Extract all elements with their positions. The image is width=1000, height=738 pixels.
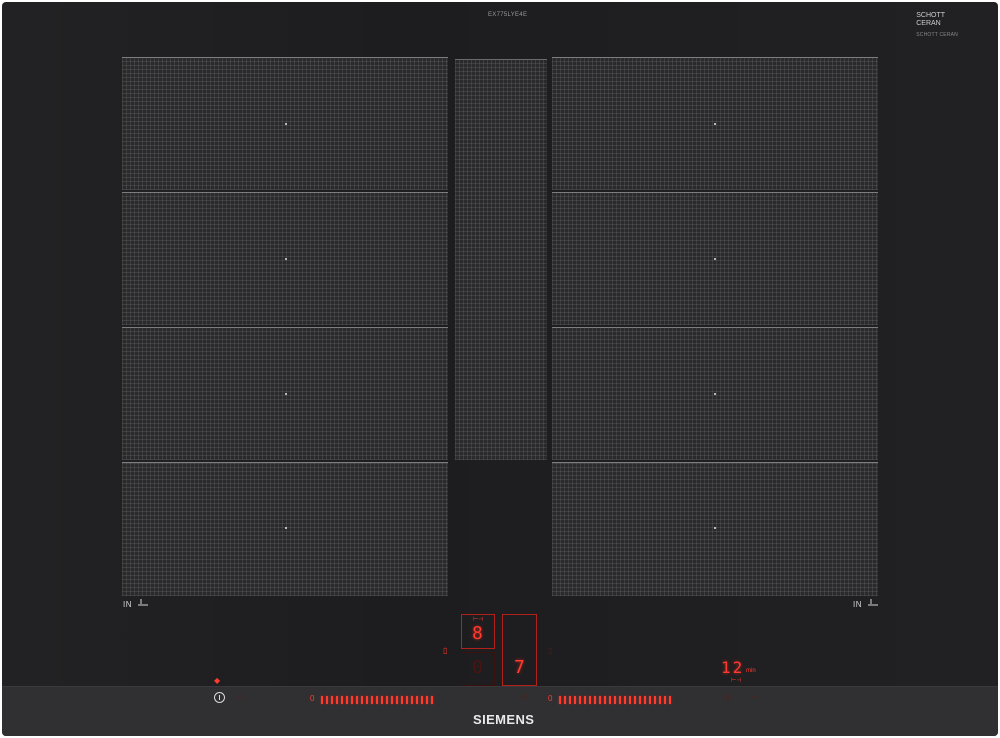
pot-icon bbox=[868, 599, 878, 606]
slider-step[interactable] bbox=[579, 696, 582, 704]
zone-select-icon-right[interactable]: ▯ bbox=[548, 646, 552, 655]
left-zone-4[interactable] bbox=[122, 462, 448, 596]
pot-icon bbox=[138, 599, 148, 606]
logo-line2: CERAN bbox=[916, 20, 941, 27]
slider-step[interactable] bbox=[569, 696, 572, 704]
zone-select-icon-left[interactable]: ▯ bbox=[443, 646, 447, 655]
zone-center-mark bbox=[714, 123, 716, 125]
zone-center-mark bbox=[285, 123, 287, 125]
model-label: EX775LYE4E bbox=[488, 12, 528, 18]
slider-step[interactable] bbox=[564, 696, 567, 704]
right-power-slider[interactable]: 0 bbox=[548, 694, 672, 704]
slider-step[interactable] bbox=[589, 696, 592, 704]
slider-step[interactable] bbox=[391, 696, 394, 704]
timer-icon: ⊢⊣ bbox=[731, 678, 742, 684]
slider-step[interactable] bbox=[614, 696, 617, 704]
slider-step[interactable] bbox=[421, 696, 424, 704]
zone-center-mark bbox=[714, 393, 716, 395]
slider-step[interactable] bbox=[411, 696, 414, 704]
center-zone[interactable] bbox=[455, 59, 547, 460]
slider-step[interactable] bbox=[649, 696, 652, 704]
slider-step[interactable] bbox=[331, 696, 334, 704]
slider-zero-label: 0 bbox=[548, 694, 553, 703]
slider-step[interactable] bbox=[346, 696, 349, 704]
slider-step[interactable] bbox=[654, 696, 657, 704]
slider-step[interactable] bbox=[361, 696, 364, 704]
slider-step[interactable] bbox=[356, 696, 359, 704]
right-induction-label: IN bbox=[853, 600, 862, 609]
slider-step[interactable] bbox=[326, 696, 329, 704]
slider-step[interactable] bbox=[604, 696, 607, 704]
cooktop-surface: EX775LYE4E SCHOTT CERAN SCHOTT CERAN IN … bbox=[2, 2, 998, 736]
slider-step[interactable] bbox=[401, 696, 404, 704]
slider-step[interactable] bbox=[629, 696, 632, 704]
zone-center-mark bbox=[285, 527, 287, 529]
slider-step[interactable] bbox=[351, 696, 354, 704]
slider-step[interactable] bbox=[386, 696, 389, 704]
slider-step[interactable] bbox=[609, 696, 612, 704]
slider-step[interactable] bbox=[634, 696, 637, 704]
zone-center-mark bbox=[714, 527, 716, 529]
zone-power-display-left: 0 bbox=[472, 657, 483, 678]
lock-icon[interactable]: ⌂ bbox=[238, 692, 243, 701]
schott-ceran-logo: SCHOTT CERAN SCHOTT CERAN bbox=[916, 12, 958, 39]
slider-step[interactable] bbox=[664, 696, 667, 704]
left-induction-label: IN bbox=[123, 600, 132, 609]
slider-step[interactable] bbox=[416, 696, 419, 704]
slider-step[interactable] bbox=[559, 696, 562, 704]
control-strip bbox=[2, 686, 998, 736]
power-button[interactable] bbox=[214, 692, 225, 703]
left-power-slider[interactable]: 0 bbox=[310, 694, 434, 704]
slider-step[interactable] bbox=[599, 696, 602, 704]
slider-step[interactable] bbox=[406, 696, 409, 704]
function-button[interactable]: ⌁ bbox=[752, 692, 757, 701]
slider-step[interactable] bbox=[669, 696, 672, 704]
slider-step[interactable] bbox=[336, 696, 339, 704]
zone-center-mark bbox=[714, 258, 716, 260]
timer-unit: min bbox=[746, 668, 756, 674]
slider-step[interactable] bbox=[321, 696, 324, 704]
slider-step[interactable] bbox=[594, 696, 597, 704]
timer-display: 12 bbox=[721, 658, 745, 677]
slider-step[interactable] bbox=[381, 696, 384, 704]
slider-step[interactable] bbox=[659, 696, 662, 704]
zone-power-display-right: 7 bbox=[514, 657, 525, 678]
zone-center-mark bbox=[285, 393, 287, 395]
timer-button[interactable]: ◷ bbox=[724, 692, 731, 701]
slider-step[interactable] bbox=[644, 696, 647, 704]
slider-step[interactable] bbox=[624, 696, 627, 704]
zone-center-mark bbox=[285, 258, 287, 260]
slider-zero-label: 0 bbox=[310, 694, 315, 703]
slider-step[interactable] bbox=[366, 696, 369, 704]
brand-logo: SIEMENS bbox=[473, 712, 535, 727]
slider-step[interactable] bbox=[639, 696, 642, 704]
slider-step[interactable] bbox=[341, 696, 344, 704]
zone-power-display-top: 8 bbox=[472, 623, 483, 644]
slider-step[interactable] bbox=[619, 696, 622, 704]
main-power-indicator: ◆ bbox=[214, 676, 221, 685]
slider-step[interactable] bbox=[376, 696, 379, 704]
slider-step[interactable] bbox=[574, 696, 577, 704]
logo-line1: SCHOTT bbox=[916, 12, 946, 19]
slider-step[interactable] bbox=[426, 696, 429, 704]
logo-subtext: SCHOTT CERAN bbox=[916, 32, 958, 38]
slider-step[interactable] bbox=[431, 696, 434, 704]
slider-step[interactable] bbox=[584, 696, 587, 704]
boost-icon[interactable]: ◇ bbox=[522, 692, 528, 701]
slider-step[interactable] bbox=[396, 696, 399, 704]
right-zone-4[interactable] bbox=[552, 462, 878, 596]
slider-step[interactable] bbox=[371, 696, 374, 704]
